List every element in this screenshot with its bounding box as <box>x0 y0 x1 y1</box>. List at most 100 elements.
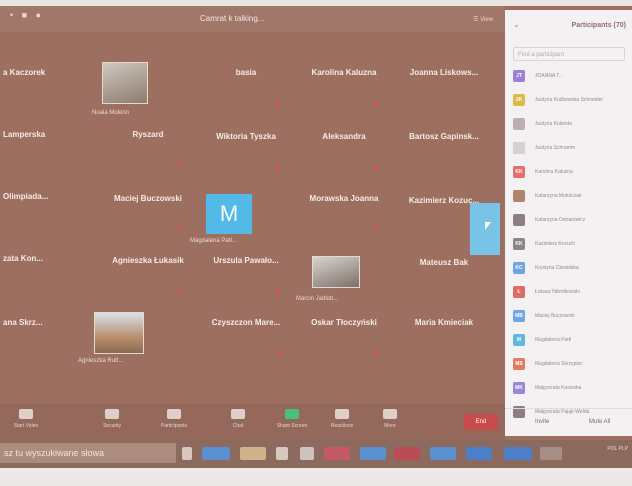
video-tile[interactable]: Karolina Kaluzna <box>294 58 394 118</box>
video-tile[interactable]: Maria Kmieciak <box>394 308 494 368</box>
taskbar-app-icon[interactable] <box>360 447 386 460</box>
participant-row[interactable]: Katarzyna Ostrarowicz <box>513 212 631 230</box>
participant-search-input[interactable]: Find a participant <box>513 47 625 61</box>
participant-row[interactable]: JT JOANNA T... <box>513 68 631 86</box>
muted-mic-icon <box>374 100 378 106</box>
taskbar-app-icon[interactable] <box>324 447 350 460</box>
muted-mic-icon <box>276 100 280 106</box>
tile-name: Wiktoria Tyszka <box>216 132 276 141</box>
participant-name: Justyna Schramm <box>535 145 576 151</box>
participant-photo <box>94 312 144 354</box>
tile-name: basia <box>235 68 257 77</box>
taskbar-app-icon[interactable] <box>466 447 492 460</box>
toolbar-label: Participants <box>160 423 188 429</box>
video-tile[interactable]: Wiktoria Tyszka <box>196 122 296 182</box>
video-tile[interactable]: Agnieszka Rutt... <box>78 306 178 366</box>
invite-button[interactable]: Invite <box>535 419 549 425</box>
participants-panel: ⌄ Participants (70) Find a participant J… <box>505 10 632 436</box>
task-view-icon[interactable] <box>182 447 192 460</box>
toolbar-label: Reactions <box>330 423 354 429</box>
video-tile[interactable]: Agnieszka Łukasik <box>98 246 198 306</box>
tile-name: zata Kon... <box>3 254 44 263</box>
video-tile[interactable]: Urszula Pawało... <box>196 246 296 306</box>
more-button[interactable]: More <box>368 408 412 436</box>
participant-name: Katarzyna Mutulczak <box>535 193 582 199</box>
toolbar-label: Security <box>102 423 122 429</box>
reactions-button[interactable]: Reactions <box>320 408 364 436</box>
taskbar-app-icon[interactable] <box>430 447 456 460</box>
tray-icons[interactable] <box>540 447 562 460</box>
muted-mic-icon <box>374 350 378 356</box>
panel-footer: Invite Mute All <box>505 408 632 437</box>
share-screen-button[interactable]: Share Screen <box>270 408 314 436</box>
taskbar-app-icon[interactable] <box>394 447 420 460</box>
participant-row[interactable]: KK Karolina Kaluzna <box>513 164 631 182</box>
participant-name: Maciej Buczowski <box>535 313 575 319</box>
avatar: Ł <box>513 286 525 298</box>
avatar: MB <box>513 310 525 322</box>
taskbar-app-icon[interactable] <box>276 447 288 460</box>
video-tile[interactable]: Maciej Buczowski <box>98 184 198 244</box>
taskbar-app-icon[interactable] <box>202 447 230 460</box>
window-controls[interactable]: • ■ ● <box>10 10 44 20</box>
start-video-button[interactable]: Start Video <box>4 408 48 436</box>
avatar <box>513 118 525 130</box>
people-icon <box>167 409 181 419</box>
video-tile[interactable]: Morawska Joanna <box>294 184 394 244</box>
tile-name: Olimpiada... <box>3 192 49 201</box>
video-tile[interactable]: Nuala Molenn <box>92 58 198 118</box>
participant-row[interactable]: MK Małgorzata Kosioska <box>513 380 631 398</box>
participant-row[interactable]: Katarzyna Mutulczak <box>513 188 631 206</box>
participant-name: Łukasz Nitznikowski <box>535 289 580 295</box>
taskbar-search-input[interactable]: sz tu wyszukiwane słowa <box>0 443 176 463</box>
tile-name: Urszula Pawało... <box>213 256 279 265</box>
chat-button[interactable]: Chat <box>216 408 260 436</box>
video-tile[interactable]: Oskar Tłoczyński <box>294 308 394 368</box>
participant-row[interactable]: KK Kazimierz Kozuch <box>513 236 631 254</box>
taskbar-app-icon[interactable] <box>504 447 532 460</box>
participant-row[interactable]: KC Krystyna Ciesielska <box>513 260 631 278</box>
participant-row[interactable]: MB Maciej Buczowski <box>513 308 631 326</box>
windows-taskbar: sz tu wyszukiwane słowa POL PLP <box>0 440 632 468</box>
video-tile[interactable]: Mateusz Bak <box>394 248 494 308</box>
video-tile[interactable]: Joanna Liskows... <box>394 58 494 118</box>
video-tile[interactable]: basia <box>196 58 296 118</box>
view-button[interactable]: ☰ View <box>473 16 493 23</box>
mute-all-button[interactable]: Mute All <box>589 419 610 425</box>
video-tile[interactable]: Czyszczon Mare... <box>196 308 296 368</box>
participant-row[interactable]: Ł Łukasz Nitznikowski <box>513 284 631 302</box>
video-tile[interactable]: a Kaczorek <box>0 58 100 118</box>
end-meeting-button[interactable]: End <box>464 414 498 430</box>
tile-name: Karolina Kaluzna <box>311 68 377 77</box>
muted-mic-icon <box>374 164 378 170</box>
tile-name: Nuala Molenn <box>92 110 130 116</box>
participants-button[interactable]: Participants <box>152 408 196 436</box>
video-tile[interactable]: Marcin Jadlob... <box>294 246 394 306</box>
taskbar-app-icon[interactable] <box>240 447 266 460</box>
muted-mic-icon <box>276 288 280 294</box>
mail-icon[interactable] <box>300 447 314 460</box>
participant-row[interactable]: JK Justyna Kuźbowska Schneider <box>513 92 631 110</box>
video-tile[interactable]: Bartosz Gapinsk... <box>394 122 494 182</box>
video-tile[interactable]: Aleksandra <box>294 122 394 182</box>
security-button[interactable]: Security <box>90 408 134 436</box>
participant-row[interactable]: Justyna Schramm <box>513 140 631 158</box>
toolbar-label: Chat <box>232 423 244 429</box>
video-tile[interactable]: zata Kon... <box>0 244 100 304</box>
toolbar-label: Share Screen <box>276 423 308 429</box>
video-tile[interactable]: Ryszard <box>98 120 198 180</box>
participant-row[interactable]: MS Magdalena Skrzypiec <box>513 356 631 374</box>
participant-row[interactable]: M Magdalena Patti <box>513 332 631 350</box>
more-dots-icon <box>383 409 397 419</box>
tile-name: Agnieszka Łukasik <box>112 256 184 265</box>
language-indicator[interactable]: POL PLP <box>607 446 628 453</box>
participant-name: Justyna Kolenda <box>535 121 572 127</box>
video-tile[interactable]: Lamperska <box>0 120 100 180</box>
tile-name: Czyszczon Mare... <box>211 318 281 327</box>
avatar: KK <box>513 238 525 250</box>
video-tile[interactable]: Olimpiada... <box>0 182 100 242</box>
tile-name: Maciej Buczowski <box>113 194 183 203</box>
panel-title: Participants (70) <box>571 22 626 29</box>
muted-mic-icon <box>276 164 280 170</box>
participant-row[interactable]: Justyna Kolenda <box>513 116 631 134</box>
